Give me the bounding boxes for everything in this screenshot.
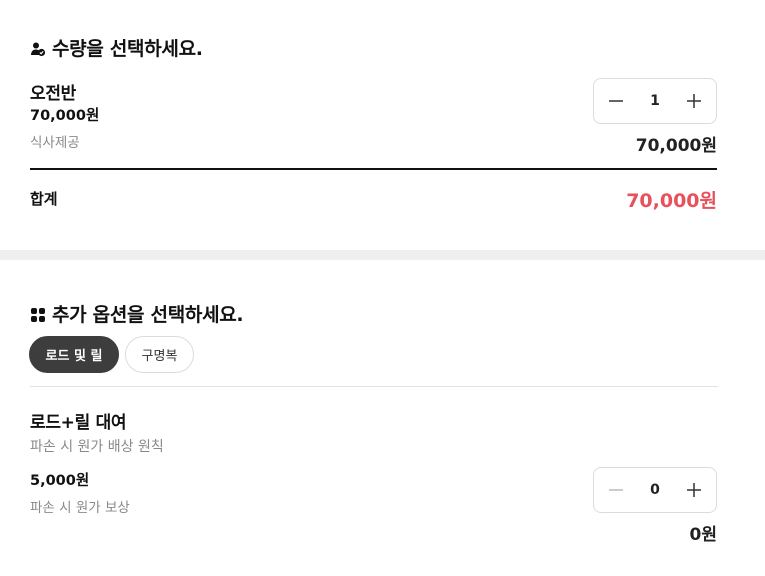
summary-label: 합계 (30, 190, 58, 208)
plus-icon (687, 94, 701, 108)
decrease-option-quantity-button[interactable] (604, 478, 628, 502)
option-subtitle: 파손 시 원가 배상 원칙 (30, 439, 164, 455)
option-price: 5,000원 (30, 473, 90, 489)
option-note: 파손 시 원가 보상 (30, 500, 130, 516)
quantity-section-title: 수량을 선택하세요. (30, 34, 203, 61)
quantity-value: 1 (650, 93, 660, 109)
item-price: 70,000원 (30, 108, 100, 124)
summary-total: 70,000원 (626, 190, 717, 212)
decrease-quantity-button[interactable] (604, 89, 628, 113)
item-name: 오전반 (30, 84, 77, 104)
tabs-divider (30, 386, 718, 387)
quantity-section-title-text: 수량을 선택하세요. (52, 38, 203, 60)
summary-divider (30, 168, 717, 170)
quantity-stepper: 1 (593, 78, 717, 124)
increase-option-quantity-button[interactable] (682, 478, 706, 502)
section-separator (0, 250, 765, 260)
option-line-total: 0원 (689, 525, 717, 545)
options-section-title-text: 추가 옵션을 선택하세요. (52, 304, 244, 326)
increase-quantity-button[interactable] (682, 89, 706, 113)
tab-label: 로드 및 릴 (45, 349, 103, 364)
item-line-total: 70,000원 (635, 136, 717, 156)
item-note: 식사제공 (30, 135, 80, 151)
quantity-section: 수량을 선택하세요. 오전반 70,000원 식사제공 1 70,000원 합계… (0, 0, 765, 250)
option-quantity-stepper: 0 (593, 467, 717, 513)
minus-icon (609, 100, 623, 102)
option-name: 로드+릴 대여 (30, 413, 127, 433)
people-check-icon (30, 40, 46, 56)
minus-icon (609, 489, 623, 491)
options-section: 추가 옵션을 선택하세요. 로드 및 릴 구명복 로드+릴 대여 파손 시 원가… (0, 260, 765, 576)
plus-icon (687, 483, 701, 497)
tab-life-jacket[interactable]: 구명복 (125, 336, 194, 373)
tab-label: 구명복 (141, 349, 178, 364)
grid-plus-icon (30, 306, 46, 322)
option-quantity-value: 0 (650, 482, 660, 498)
tab-rod-and-reel[interactable]: 로드 및 릴 (29, 336, 119, 373)
options-section-title: 추가 옵션을 선택하세요. (30, 300, 244, 327)
